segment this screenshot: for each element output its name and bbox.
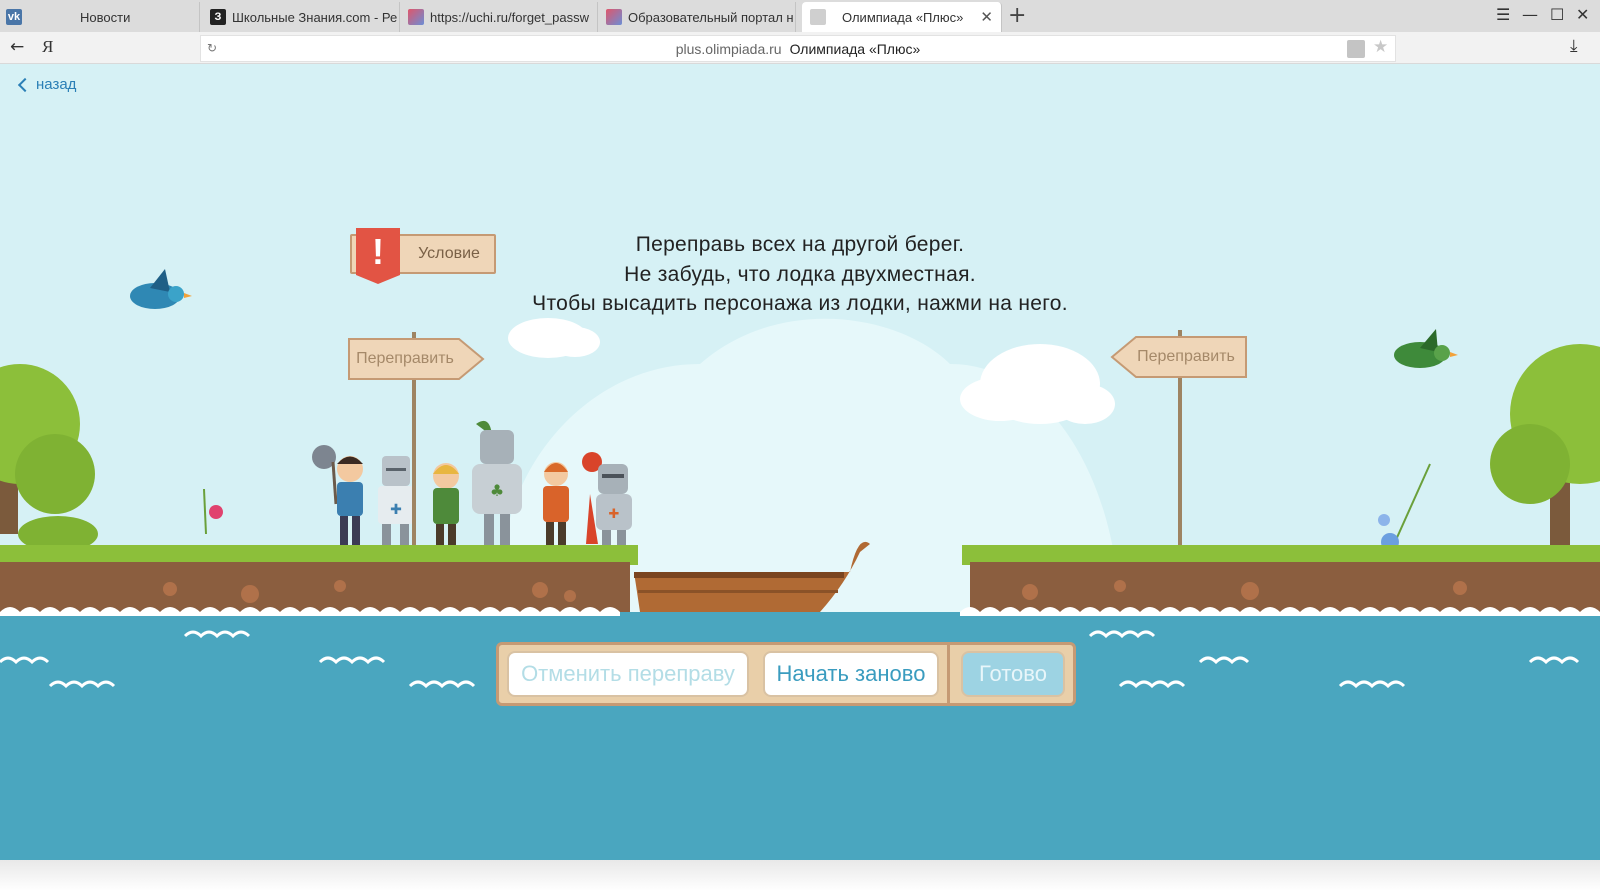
flower-stem xyxy=(1394,463,1431,543)
condition-sign-button[interactable]: Условие ! xyxy=(350,228,496,284)
page-bottom xyxy=(0,860,1600,891)
scene-background: ✚ ♣ ✚ xyxy=(0,269,1600,860)
page-icon xyxy=(810,9,826,25)
pink-flower xyxy=(209,505,223,519)
back-arrow-icon[interactable]: ← xyxy=(10,37,24,57)
new-tab-icon[interactable]: + xyxy=(1008,3,1026,28)
close-window-icon[interactable]: ✕ xyxy=(1576,5,1589,24)
instruction-line: Чтобы высадить персонажа из лодки, нажми… xyxy=(532,292,1068,315)
condition-label: Условие xyxy=(418,245,480,262)
character-knight-white: ✚ xyxy=(378,456,414,550)
undo-ferry-button[interactable]: Отменить переправу xyxy=(507,651,749,697)
bookmark-star-icon[interactable]: ★ xyxy=(1373,37,1388,57)
close-tab-icon[interactable]: ✕ xyxy=(980,8,993,26)
tab-news[interactable]: vk Новости xyxy=(0,2,200,32)
tab-label: https://uchi.ru/forget_passw xyxy=(430,9,589,25)
tab-label: Олимпиада «Плюс» xyxy=(842,9,964,25)
tab-olimpiada[interactable]: Олимпиада «Плюс» ✕ xyxy=(802,2,1002,32)
task-instructions: Переправь всех на другой берег. Не забуд… xyxy=(480,230,1120,319)
svg-text:✚: ✚ xyxy=(390,502,402,518)
tab-label: Образовательный портал н xyxy=(628,9,794,25)
action-bar: Отменить переправу Начать заново Готово xyxy=(496,642,1076,706)
uchi-icon xyxy=(408,9,424,25)
znanija-icon: З xyxy=(210,9,226,25)
character-red-plumed-knight: ✚ xyxy=(582,452,632,552)
svg-text:♣: ♣ xyxy=(490,481,504,500)
right-ferry-sign[interactable]: Переправить xyxy=(1130,337,1242,377)
character-blond-archer xyxy=(433,463,459,550)
right-bank-soil xyxy=(970,562,1600,614)
flower-stem xyxy=(203,488,207,535)
small-cloud-right xyxy=(960,377,1040,421)
minimize-icon[interactable]: — xyxy=(1522,5,1538,24)
done-button[interactable]: Готово xyxy=(961,651,1065,697)
restart-button[interactable]: Начать заново xyxy=(763,651,939,697)
instruction-line: Не забудь, что лодка двухместная. xyxy=(624,262,976,286)
small-cloud-left xyxy=(550,327,600,357)
tab-label: Школьные Знания.com - Ре xyxy=(232,9,398,25)
lock-icon[interactable] xyxy=(1347,40,1365,58)
character-boy-with-mace xyxy=(312,445,363,548)
menu-icon[interactable]: ☰ xyxy=(1496,5,1510,24)
blue-flower xyxy=(1378,514,1390,526)
left-ferry-sign[interactable]: Переправить xyxy=(349,339,461,379)
url-domain: plus.olimpiada.ru xyxy=(675,41,782,57)
water-foam xyxy=(0,607,620,616)
small-cloud-right xyxy=(1055,384,1115,424)
download-icon[interactable]: ⤓ xyxy=(1570,36,1578,56)
tab-uchi[interactable]: https://uchi.ru/forget_passw xyxy=(402,2,598,32)
exclamation-icon: ! xyxy=(356,228,400,284)
green-bird xyxy=(1394,329,1458,368)
address-bar: ← Я ↻ plus.olimpiada.ru Олимпиада «Плюс» … xyxy=(0,32,1600,64)
back-link[interactable]: назад xyxy=(17,76,77,93)
yandex-logo[interactable]: Я xyxy=(42,37,53,57)
url-field[interactable]: ↻ plus.olimpiada.ru Олимпиада «Плюс» ★ xyxy=(200,35,1396,62)
tab-label: Новости xyxy=(80,9,131,25)
blue-bird xyxy=(130,269,192,309)
game-scene: ✚ ♣ ✚ назад Переправь всех на другой бер… xyxy=(0,64,1600,860)
back-link-label: назад xyxy=(36,76,77,93)
tab-znanija[interactable]: З Школьные Знания.com - Ре xyxy=(204,2,400,32)
maximize-icon[interactable]: ☐ xyxy=(1550,5,1564,24)
portal-icon xyxy=(606,9,622,25)
browser-tab-bar: vk Новости З Школьные Знания.com - Ре ht… xyxy=(0,0,1600,32)
svg-text:✚: ✚ xyxy=(609,507,620,522)
right-tree-crown xyxy=(1490,424,1570,504)
vk-icon: vk xyxy=(6,9,22,25)
action-bar-divider xyxy=(947,642,950,706)
left-tree-crown xyxy=(15,434,95,514)
url-page-title: Олимпиада «Плюс» xyxy=(789,41,921,57)
chevron-left-icon xyxy=(17,77,33,93)
exclamation-mark: ! xyxy=(372,231,384,272)
instruction-line: Переправь всех на другой берег. xyxy=(635,233,965,256)
tab-portal[interactable]: Образовательный портал н xyxy=(600,2,796,32)
